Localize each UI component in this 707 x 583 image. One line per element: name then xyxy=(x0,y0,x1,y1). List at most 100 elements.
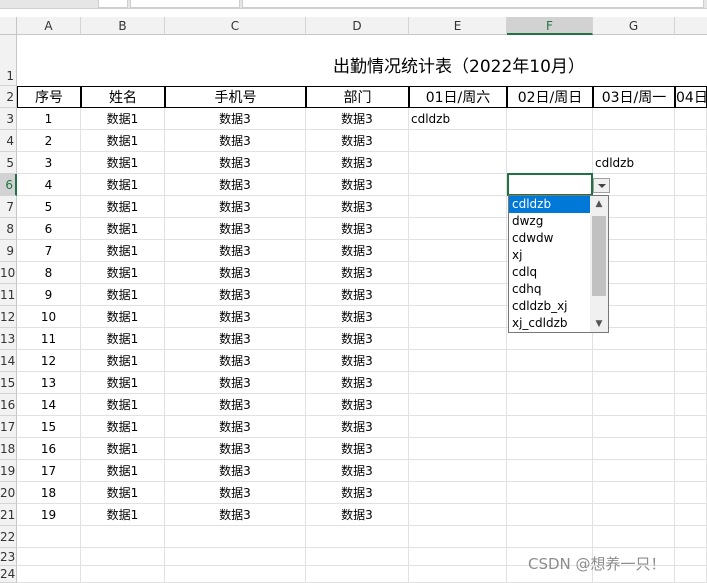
cell[interactable] xyxy=(507,482,593,504)
cell-name[interactable]: 数据1 xyxy=(81,482,165,504)
row-header-2[interactable]: 2 xyxy=(0,86,17,108)
cell-dept[interactable]: 数据3 xyxy=(306,460,409,482)
formula-area[interactable] xyxy=(242,0,704,8)
cell-dept[interactable]: 数据3 xyxy=(306,174,409,196)
cell[interactable] xyxy=(675,482,707,504)
cell-name[interactable]: 数据1 xyxy=(81,438,165,460)
cell-phone[interactable]: 数据3 xyxy=(165,372,306,394)
cell-dept[interactable]: 数据3 xyxy=(306,218,409,240)
cell[interactable] xyxy=(409,548,507,566)
cell-phone[interactable]: 数据3 xyxy=(165,438,306,460)
cell[interactable] xyxy=(593,108,675,130)
row-header-23[interactable]: 23 xyxy=(0,548,17,566)
header-cell-4[interactable]: 部门 xyxy=(306,86,409,108)
cell-dept[interactable]: 数据3 xyxy=(306,284,409,306)
row-header-1[interactable]: 1 xyxy=(0,35,17,86)
column-header-C[interactable]: C xyxy=(165,17,306,35)
cell[interactable] xyxy=(593,394,675,416)
cell[interactable] xyxy=(507,460,593,482)
row-header-14[interactable]: 14 xyxy=(0,350,17,372)
cell[interactable] xyxy=(507,108,593,130)
cell-seq[interactable]: 18 xyxy=(17,482,81,504)
cell-seq[interactable]: 3 xyxy=(17,152,81,174)
cell-seq[interactable]: 11 xyxy=(17,328,81,350)
cell[interactable] xyxy=(409,306,507,328)
cell[interactable] xyxy=(507,526,593,548)
cell[interactable] xyxy=(306,566,409,583)
cell[interactable] xyxy=(306,526,409,548)
cell-phone[interactable]: 数据3 xyxy=(165,482,306,504)
cell-seq[interactable]: 5 xyxy=(17,196,81,218)
row-header-9[interactable]: 9 xyxy=(0,240,17,262)
cell[interactable] xyxy=(675,130,707,152)
column-header-B[interactable]: B xyxy=(81,17,165,35)
header-cell-2[interactable]: 姓名 xyxy=(81,86,165,108)
cell-G5[interactable]: cdldzb xyxy=(593,152,675,174)
cell-name[interactable]: 数据1 xyxy=(81,306,165,328)
dropdown-option[interactable]: cdldzb xyxy=(509,196,591,213)
cell[interactable] xyxy=(675,438,707,460)
row-header-22[interactable]: 22 xyxy=(0,526,17,548)
cell[interactable] xyxy=(81,526,165,548)
row-header-19[interactable]: 19 xyxy=(0,460,17,482)
row-header-3[interactable]: 3 xyxy=(0,108,17,130)
cell[interactable] xyxy=(675,262,707,284)
cell[interactable] xyxy=(675,548,707,566)
row-header-17[interactable]: 17 xyxy=(0,416,17,438)
cell-dept[interactable]: 数据3 xyxy=(306,482,409,504)
cell-seq[interactable]: 9 xyxy=(17,284,81,306)
cell[interactable] xyxy=(593,416,675,438)
cell[interactable] xyxy=(409,174,507,196)
cell[interactable] xyxy=(507,350,593,372)
cell-seq[interactable]: 16 xyxy=(17,438,81,460)
cell-name[interactable]: 数据1 xyxy=(81,328,165,350)
cell-seq[interactable]: 13 xyxy=(17,372,81,394)
cell[interactable] xyxy=(409,438,507,460)
cell[interactable] xyxy=(675,504,707,526)
column-header-F[interactable]: F xyxy=(507,17,593,35)
cell-name[interactable]: 数据1 xyxy=(81,504,165,526)
cell[interactable] xyxy=(593,526,675,548)
dropdown-option[interactable]: xj_cdldzb xyxy=(509,315,591,332)
select-all-corner[interactable] xyxy=(0,17,17,35)
cell[interactable] xyxy=(17,566,81,583)
cell-dept[interactable]: 数据3 xyxy=(306,504,409,526)
cell[interactable] xyxy=(675,566,707,583)
cell-seq[interactable]: 19 xyxy=(17,504,81,526)
cell[interactable] xyxy=(409,218,507,240)
scroll-down-icon[interactable]: ▼ xyxy=(590,316,608,332)
cell[interactable] xyxy=(409,152,507,174)
cell-dept[interactable]: 数据3 xyxy=(306,152,409,174)
dropdown-arrow-button[interactable] xyxy=(593,178,610,193)
cell[interactable] xyxy=(675,328,707,350)
cell[interactable] xyxy=(165,566,306,583)
cell-dept[interactable]: 数据3 xyxy=(306,350,409,372)
cell-name[interactable]: 数据1 xyxy=(81,152,165,174)
cell[interactable] xyxy=(675,306,707,328)
cell[interactable] xyxy=(165,548,306,566)
cell-E3[interactable]: cdldzb xyxy=(409,108,507,130)
cell-name[interactable]: 数据1 xyxy=(81,284,165,306)
active-cell-F6[interactable] xyxy=(507,173,593,196)
cell[interactable] xyxy=(81,548,165,566)
column-header-D[interactable]: D xyxy=(306,17,409,35)
row-header-16[interactable]: 16 xyxy=(0,394,17,416)
cell[interactable] xyxy=(409,262,507,284)
row-header-11[interactable]: 11 xyxy=(0,284,17,306)
dropdown-option[interactable]: dwzg xyxy=(509,213,591,230)
cell[interactable] xyxy=(409,482,507,504)
cell[interactable] xyxy=(507,416,593,438)
row-header-4[interactable]: 4 xyxy=(0,130,17,152)
dropdown-option[interactable]: cdwdw xyxy=(509,230,591,247)
cell[interactable] xyxy=(306,548,409,566)
dropdown-option[interactable]: xj xyxy=(509,247,591,264)
row-header-15[interactable]: 15 xyxy=(0,372,17,394)
cell[interactable] xyxy=(507,504,593,526)
cell-phone[interactable]: 数据3 xyxy=(165,416,306,438)
row-header-6[interactable]: 6 xyxy=(0,174,17,196)
cell[interactable] xyxy=(507,394,593,416)
cell[interactable] xyxy=(409,284,507,306)
cell-phone[interactable]: 数据3 xyxy=(165,262,306,284)
cell[interactable] xyxy=(593,130,675,152)
cell-phone[interactable]: 数据3 xyxy=(165,328,306,350)
